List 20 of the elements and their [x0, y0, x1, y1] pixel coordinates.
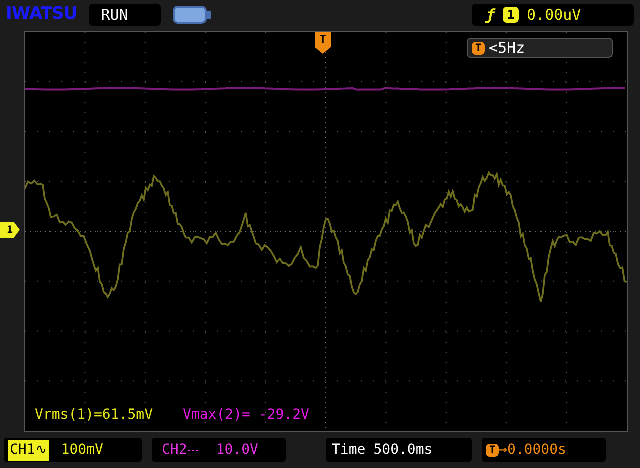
channel-label: CH2⎓ [161, 440, 200, 460]
measurement-readout: Vmax(2)= -29.2V [183, 406, 310, 425]
trigger-slope-icon: ƒ [486, 4, 496, 26]
run-status: RUN [89, 4, 162, 26]
timebase-label: Time [332, 440, 366, 460]
channel-scale: 10.0V [216, 440, 258, 460]
trigger-badge: T [472, 42, 485, 54]
channel-label: CH1∿ [8, 440, 50, 460]
battery-icon [173, 6, 214, 24]
trigger-level: 0.00uV [527, 4, 582, 26]
trigger-badge: T [486, 444, 499, 456]
timebase-value: 500.0ms [374, 440, 433, 460]
trigger-position-marker: T [315, 32, 331, 54]
channel-scale: 100mV [61, 440, 104, 460]
trigger-frequency: <5Hz [489, 38, 526, 59]
channel-one-marker: 1 [0, 222, 20, 238]
brand-logo: IWATSU [6, 3, 78, 26]
trigger-offset: →0.0000s [499, 440, 566, 460]
measurement-readout: Vrms(1)=61.5mV [35, 406, 154, 425]
trigger-channel-badge: 1 [503, 7, 520, 23]
